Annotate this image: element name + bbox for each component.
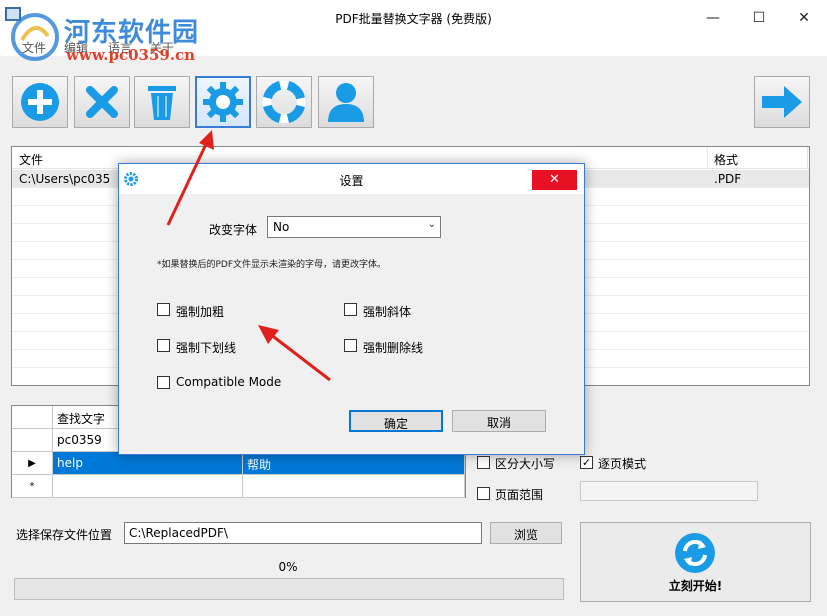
grid-row[interactable]: ▶ help 帮助 (12, 452, 465, 475)
gear-icon (203, 82, 243, 122)
force-bold-label: 强制加粗 (176, 305, 225, 319)
close-button[interactable]: ✕ (781, 0, 827, 36)
start-button[interactable]: 立刻开始! (580, 522, 811, 602)
minimize-button[interactable]: — (690, 0, 736, 36)
cancel-button[interactable]: 取消 (452, 410, 546, 432)
row-header[interactable]: ▶ (12, 452, 53, 474)
row-header[interactable]: * (12, 475, 53, 497)
watermark-logo (11, 13, 59, 61)
settings-dialog: 设置 ✕ 改变字体 No ⌄ *如果替换后的PDF文件显示未渲染的字母，请更改字… (118, 163, 585, 455)
grid-row-new[interactable]: * (12, 475, 465, 498)
progress-percent: 0% (278, 560, 298, 574)
case-sensitive-label: 区分大小写 (495, 457, 556, 471)
dialog-close-button[interactable]: ✕ (532, 170, 577, 190)
row-header[interactable] (12, 429, 53, 451)
ok-button[interactable]: 确定 (349, 410, 443, 432)
browse-button[interactable]: 浏览 (490, 522, 562, 544)
page-range-checkbox[interactable] (477, 487, 490, 500)
column-format[interactable]: 格式 (714, 151, 738, 168)
start-label: 立刻开始! (668, 579, 723, 593)
row-header (12, 406, 53, 428)
find-cell[interactable]: help (53, 452, 243, 474)
force-strikethrough-checkbox[interactable] (344, 339, 357, 352)
force-italic-label: 强制斜体 (363, 305, 412, 319)
compatible-mode-checkbox[interactable] (157, 376, 170, 389)
lifebuoy-icon (262, 80, 306, 124)
dialog-title-bar: 设置 ✕ (119, 164, 584, 194)
refresh-icon (675, 533, 715, 573)
trash-icon (148, 86, 176, 120)
force-underline-checkbox[interactable] (157, 339, 170, 352)
font-select-value: No (273, 220, 290, 234)
force-bold-checkbox[interactable] (157, 303, 170, 316)
file-path: C:\Users\pc035 (19, 172, 111, 186)
user-button[interactable] (318, 76, 374, 128)
help-button[interactable] (256, 76, 312, 128)
add-button[interactable] (12, 76, 68, 128)
dialog-title: 设置 (339, 174, 364, 188)
page-mode-checkbox[interactable]: ✓ (580, 456, 593, 469)
find-cell[interactable] (53, 475, 243, 497)
clear-button[interactable] (134, 76, 190, 128)
remove-icon (86, 86, 118, 118)
page-mode-label: 逐页模式 (598, 457, 647, 471)
chevron-down-icon: ⌄ (427, 219, 436, 230)
user-icon (328, 83, 364, 122)
next-button[interactable] (754, 76, 810, 128)
arrow-right-icon (762, 86, 802, 118)
watermark-url: www.pc0359.cn (66, 46, 196, 64)
replace-cell[interactable]: 帮助 (243, 452, 465, 474)
maximize-button[interactable]: ☐ (736, 0, 782, 36)
font-note: *如果替换后的PDF文件显示未渲染的字母，请更改字体。 (157, 260, 387, 270)
page-range-input[interactable] (580, 481, 758, 501)
font-label: 改变字体 (209, 223, 258, 237)
force-italic-checkbox[interactable] (344, 303, 357, 316)
add-icon (21, 83, 59, 121)
file-format: .PDF (714, 172, 742, 186)
remove-button[interactable] (74, 76, 130, 128)
case-sensitive-checkbox[interactable] (477, 456, 490, 469)
page-range-label: 页面范围 (495, 488, 544, 502)
progress-bar (14, 578, 564, 600)
force-strikethrough-label: 强制删除线 (363, 341, 424, 355)
force-underline-label: 强制下划线 (176, 341, 237, 355)
settings-button[interactable] (195, 76, 251, 128)
replace-cell[interactable] (243, 475, 465, 497)
watermark-title: 河东软件园 (64, 18, 200, 48)
compatible-mode-label: Compatible Mode (176, 375, 282, 389)
font-select[interactable]: No ⌄ (267, 216, 441, 238)
save-path-input[interactable]: C:\ReplacedPDF\ (124, 522, 482, 544)
save-location-label: 选择保存文件位置 (16, 528, 113, 542)
column-file[interactable]: 文件 (19, 151, 43, 168)
